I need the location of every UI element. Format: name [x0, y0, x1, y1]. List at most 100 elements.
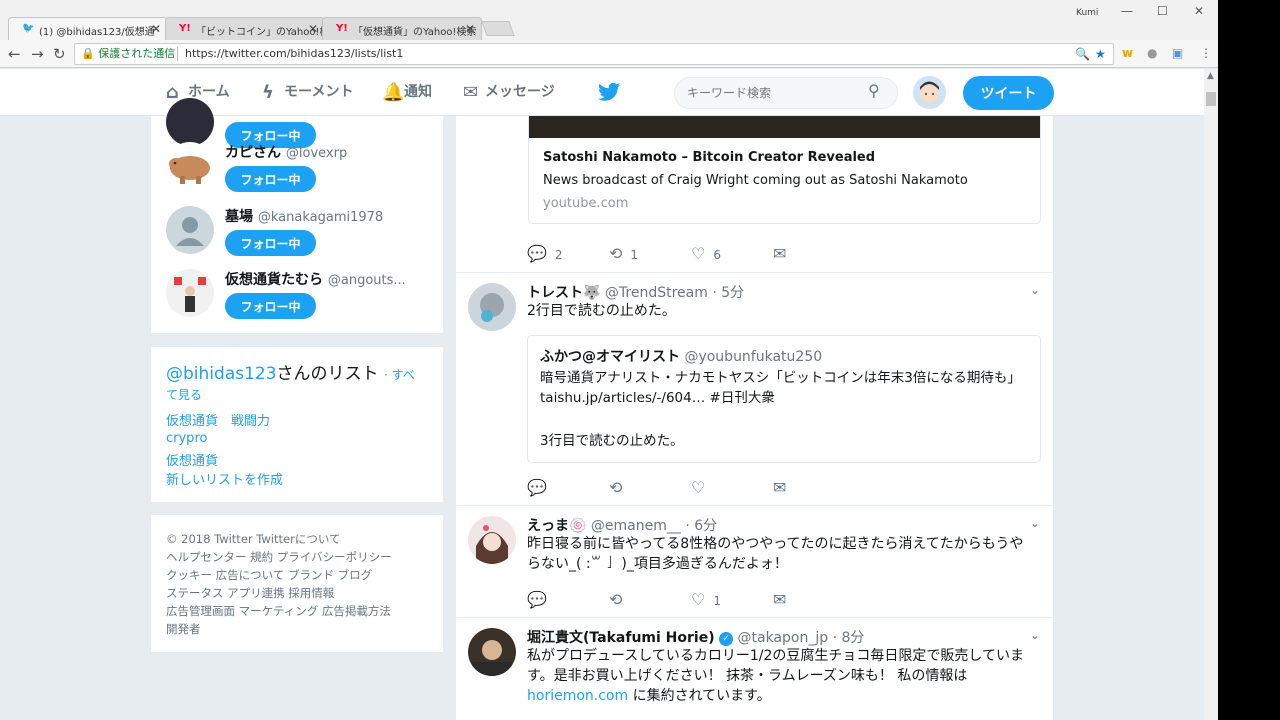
close-icon[interactable]: ✕: [151, 22, 161, 36]
dm-button[interactable]: ✉: [773, 590, 786, 609]
close-window-icon[interactable]: ✕: [1194, 4, 1204, 18]
lists-title: @bihidas123さんのリスト · すべて見る: [166, 364, 415, 402]
tweet-handle[interactable]: @TrendStream: [605, 285, 708, 301]
link-card[interactable]: Satoshi Nakamoto – Bitcoin Creator Revea…: [528, 116, 1041, 224]
reply-button[interactable]: 💬: [527, 478, 547, 497]
chevron-down-icon[interactable]: ⌄: [1030, 516, 1040, 530]
dm-button[interactable]: ✉: [773, 478, 786, 497]
list-link[interactable]: 仮想通貨 戦闘力: [166, 410, 270, 429]
list-link[interactable]: 仮想通貨: [166, 450, 218, 469]
footer-line[interactable]: クッキー 広告について ブランド ブログ: [166, 567, 372, 583]
chevron-down-icon[interactable]: ⌄: [1030, 283, 1040, 297]
tweet[interactable]: トレスト🐺 @TrendStream · 5分 ⌄ 2行目で読むの止めた。 ふか…: [456, 273, 1053, 506]
tweet-button[interactable]: ツイート: [963, 76, 1054, 110]
reply-button[interactable]: 💬 2: [527, 244, 563, 263]
browser-window: 🐦 (1) @bihidas123/仮想通 ✕ Y! 「ビットコイン」のYaho…: [0, 0, 1218, 720]
retweet-button[interactable]: ⟲: [609, 478, 622, 497]
bookmark-star-icon[interactable]: ★: [1095, 44, 1106, 64]
extension-cast-icon[interactable]: ▣: [1172, 46, 1183, 60]
heart-icon: ♡: [691, 590, 706, 609]
avatar[interactable]: [166, 269, 214, 317]
back-icon[interactable]: ←: [8, 45, 21, 63]
reply-icon: 💬: [527, 590, 547, 609]
menu-icon[interactable]: ⋮: [1200, 46, 1212, 60]
retweet-button[interactable]: ⟲: [609, 590, 622, 609]
heart-icon: ♡: [691, 478, 706, 497]
chevron-down-icon[interactable]: ⌄: [1030, 628, 1040, 642]
tweet-time[interactable]: · 6分: [685, 518, 717, 534]
footer-line[interactable]: ステータス アプリ連携 採用情報: [166, 585, 334, 601]
tweet[interactable]: えっま🍥 @emanem__ · 6分 ⌄ 昨日寝る前に皆やってる8性格のやつや…: [456, 506, 1053, 618]
quoted-tweet[interactable]: ふかつ@オマイリスト @youbunfukatu250 暗号通貨アナリスト・ナカ…: [527, 335, 1041, 463]
tweet-text: 昨日寝る前に皆やってる8性格のやつやってたのに起きたら消えてたからもうやらない_…: [527, 536, 1024, 572]
forward-icon[interactable]: →: [31, 45, 44, 63]
like-button[interactable]: ♡: [691, 478, 705, 497]
close-icon[interactable]: ✕: [465, 22, 475, 36]
avatar[interactable]: [166, 142, 214, 190]
avatar[interactable]: [468, 628, 516, 676]
user-name[interactable]: 墓場 @kanakagami1978: [225, 206, 383, 226]
reload-icon[interactable]: ↻: [53, 45, 66, 63]
profile-label[interactable]: Kumi: [1076, 8, 1098, 18]
maximize-icon[interactable]: ☐: [1157, 4, 1168, 18]
tweet-author[interactable]: えっま🍥: [527, 518, 586, 534]
address-bar[interactable]: 🔒 保護された通信 https://twitter.com/bihidas123…: [74, 43, 1114, 65]
quote-text: 暗号通貨アナリスト・ナカモトヤスシ「ビットコインは年末3倍になる期待も」 tai…: [540, 370, 1021, 406]
following-button[interactable]: フォロー中: [225, 230, 316, 256]
close-icon[interactable]: ✕: [308, 22, 318, 36]
secure-indicator[interactable]: 🔒 保護された通信: [81, 44, 175, 64]
url-text[interactable]: https://twitter.com/bihidas123/lists/lis…: [185, 44, 403, 64]
nav-messages[interactable]: ✉ メッセージ: [463, 69, 555, 116]
tab-yahoo-bitcoin[interactable]: Y! 「ビットコイン」のYahoo!検索 ✕: [165, 17, 325, 40]
tab-yahoo-crypto[interactable]: Y! 「仮想通貨」のYahoo!検索 ✕: [322, 17, 482, 40]
tweet-time[interactable]: · 5分: [712, 285, 744, 301]
tweet-link[interactable]: horiemon.com: [527, 688, 628, 704]
tweet-author[interactable]: トレスト🐺: [527, 285, 600, 301]
footer-line[interactable]: ヘルプセンター 規約 プライバシーポリシー: [166, 549, 392, 565]
tweet-header: 堀江貴文(Takafumi Horie) ✓ @takapon_jp · 8分: [527, 627, 864, 647]
tweet-author[interactable]: 堀江貴文(Takafumi Horie): [527, 630, 715, 646]
follow-item: 墓場 @kanakagami1978 フォロー中: [166, 206, 436, 266]
footer-line[interactable]: © 2018 Twitter Twitterについて: [166, 531, 340, 547]
reply-button[interactable]: 💬: [527, 590, 547, 609]
minimize-icon[interactable]: —: [1121, 4, 1133, 18]
twitter-logo-icon[interactable]: [598, 82, 620, 102]
tweet[interactable]: 堀江貴文(Takafumi Horie) ✓ @takapon_jp · 8分 …: [456, 618, 1053, 720]
user-name[interactable]: 仮想通貨たむら @angouts...: [225, 269, 406, 289]
search-icon[interactable]: ⚲: [868, 81, 880, 100]
tweet-time[interactable]: · 8分: [833, 630, 865, 646]
reply-icon: 💬: [527, 244, 547, 263]
search-input[interactable]: [674, 77, 898, 109]
user-name[interactable]: カピさん @lovexrp: [225, 142, 347, 162]
tweet-text: 私がプロデュースしているカロリー1/2の豆腐生チョコ毎日限定で販売しています。是…: [527, 648, 1024, 704]
like-button[interactable]: ♡ 1: [691, 590, 721, 609]
following-button[interactable]: フォロー中: [225, 166, 316, 192]
tweet[interactable]: Satoshi Nakamoto – Bitcoin Creator Revea…: [456, 116, 1053, 273]
heart-icon: ♡: [691, 244, 706, 263]
footer-line[interactable]: 開発者: [166, 621, 201, 637]
zoom-icon[interactable]: 🔍: [1075, 44, 1090, 64]
tab-twitter[interactable]: 🐦 (1) @bihidas123/仮想通 ✕: [8, 17, 168, 40]
scrollbar-thumb[interactable]: [1206, 92, 1216, 106]
retweet-button[interactable]: ⟲ 1: [609, 244, 638, 263]
extension-pin-icon[interactable]: ●: [1147, 46, 1157, 60]
list-link[interactable]: crypro: [166, 431, 207, 446]
avatar[interactable]: [166, 206, 214, 254]
avatar[interactable]: [166, 98, 214, 146]
avatar[interactable]: [468, 283, 516, 331]
tweet-handle[interactable]: @emanem__: [591, 518, 681, 534]
lists-card: @bihidas123さんのリスト · すべて見る 仮想通貨 戦闘力 crypr…: [151, 347, 443, 502]
footer-line[interactable]: 広告管理画面 マーケティング 広告掲載方法: [166, 603, 391, 619]
scroll-up-arrow-icon[interactable]: ▲: [1207, 71, 1214, 81]
extension-w-icon[interactable]: w: [1122, 46, 1133, 60]
like-button[interactable]: ♡ 6: [691, 244, 721, 263]
retweet-icon: ⟲: [609, 244, 623, 263]
new-tab-button[interactable]: [481, 21, 515, 36]
dm-button[interactable]: ✉: [773, 244, 786, 263]
scrollbar[interactable]: ▲: [1204, 69, 1218, 720]
avatar[interactable]: [913, 76, 946, 109]
tweet-handle[interactable]: @takapon_jp: [738, 630, 829, 646]
avatar[interactable]: [468, 516, 516, 564]
create-list-link[interactable]: 新しいリストを作成: [166, 469, 283, 488]
following-button[interactable]: フォロー中: [225, 293, 316, 319]
